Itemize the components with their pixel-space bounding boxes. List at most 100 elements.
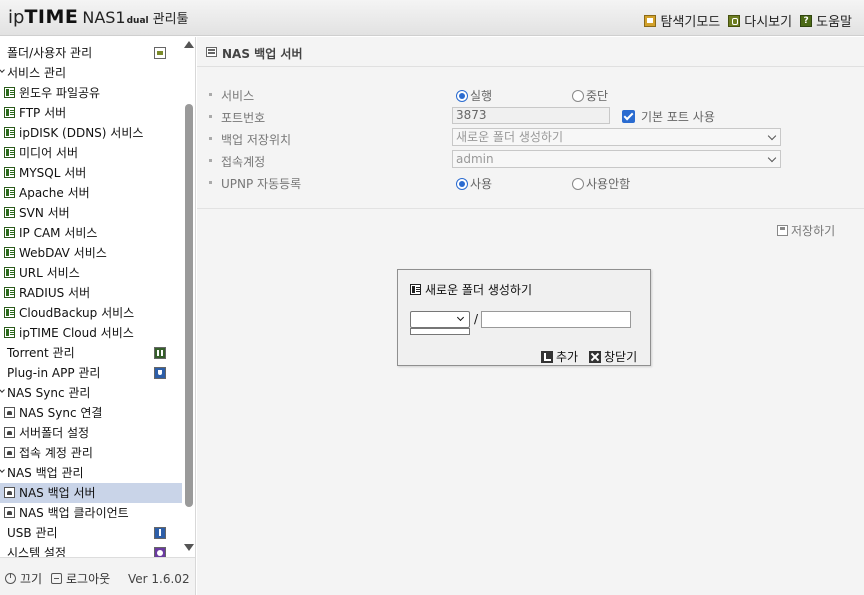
service-off-radio[interactable]: 중단: [572, 87, 608, 104]
backup-location-select[interactable]: 새로운 폴더 생성하기: [452, 128, 781, 146]
scroll-up-arrow-icon[interactable]: [184, 41, 194, 48]
sidebar-item[interactable]: Plug-in APP 관리: [0, 363, 182, 383]
logout-label: 로그아웃: [66, 572, 111, 586]
account-label: 접속계정: [208, 155, 266, 169]
service-on-label: 실행: [470, 89, 493, 103]
list-icon: [4, 187, 15, 198]
sidebar-item[interactable]: NAS 백업 클라이언트: [0, 503, 182, 523]
logo-nas: NAS1: [82, 8, 126, 27]
sidebar-item-label: IP CAM 서비스: [19, 226, 98, 240]
list-icon: [4, 87, 15, 98]
sidebar-item-label: NAS 백업 관리: [7, 466, 84, 480]
list-icon: [4, 167, 15, 178]
add-label: 추가: [556, 350, 579, 364]
power-off-button[interactable]: 끄기: [5, 570, 42, 587]
sidebar-item[interactable]: USB 관리: [0, 523, 182, 543]
sidebar-item-label: Plug-in APP 관리: [7, 366, 101, 380]
sidebar-item-label: URL 서비스: [19, 266, 80, 280]
sidebar-item[interactable]: CloudBackup 서비스: [0, 303, 182, 323]
sidebar-item[interactable]: FTP 서버: [0, 103, 182, 123]
top-header: ip TIME NAS1 dual 관리툴 탐색기모드 다시보기 ? 도움말: [0, 0, 864, 36]
sidebar-item[interactable]: 폴더/사용자 관리: [0, 43, 182, 63]
logout-icon: [51, 573, 62, 584]
sidebar-item-label: 접속 계정 관리: [19, 446, 93, 460]
reload-icon: [728, 14, 741, 27]
save-button[interactable]: 저장하기: [777, 222, 835, 239]
sidebar-item-label: MYSQL 서버: [19, 166, 87, 180]
volume-select[interactable]: [410, 311, 470, 328]
reload-link[interactable]: 다시보기: [728, 11, 792, 30]
sidebar-item[interactable]: Apache 서버: [0, 183, 182, 203]
chevron-down-icon: [456, 313, 465, 322]
list-icon: [4, 307, 15, 318]
sidebar-item[interactable]: 접속 계정 관리: [0, 443, 182, 463]
add-button[interactable]: 추가: [541, 348, 578, 365]
scroll-down-arrow-icon[interactable]: [184, 544, 194, 551]
sidebar-item-label: FTP 서버: [19, 106, 67, 120]
close-icon: [589, 350, 601, 363]
sidebar-item[interactable]: RADIUS 서버: [0, 283, 182, 303]
help-icon: ?: [800, 14, 813, 27]
account-row: 접속계정 admin: [197, 149, 864, 171]
sidebar-item[interactable]: NAS Sync 관리: [0, 383, 182, 403]
sidebar-item-label: USB 관리: [7, 526, 58, 540]
chevron-down-icon: [767, 153, 777, 163]
help-link[interactable]: ? 도움말: [800, 11, 852, 30]
sidebar-item[interactable]: 윈도우 파일공유: [0, 83, 182, 103]
new-folder-dialog: 새로운 폴더 생성하기 / 추가 창닫기: [397, 269, 651, 366]
sidebar-item[interactable]: URL 서비스: [0, 263, 182, 283]
port-row: 포트번호 3873 기본 포트 사용: [197, 105, 864, 127]
sidebar-item[interactable]: ipTIME Cloud 서비스: [0, 323, 182, 343]
sidebar-item[interactable]: IP CAM 서비스: [0, 223, 182, 243]
folder-name-input[interactable]: [481, 311, 631, 328]
logout-button[interactable]: 로그아웃: [51, 570, 110, 587]
logo-title: 관리툴: [152, 12, 189, 27]
sidebar-item[interactable]: WebDAV 서비스: [0, 243, 182, 263]
sidebar-item[interactable]: SVN 서버: [0, 203, 182, 223]
upnp-off-label: 사용안함: [586, 177, 631, 191]
close-window-button[interactable]: 창닫기: [589, 348, 637, 365]
power-off-label: 끄기: [20, 572, 43, 586]
sidebar-item[interactable]: 서버폴더 설정: [0, 423, 182, 443]
list-icon: [4, 147, 15, 158]
sidebar-item[interactable]: 미디어 서버: [0, 143, 182, 163]
sidebar-item[interactable]: Torrent 관리: [0, 343, 182, 363]
system-icon: [154, 547, 166, 557]
reload-label: 다시보기: [744, 15, 793, 30]
sidebar-item-label: NAS Sync 연결: [19, 406, 103, 420]
service-row: 서비스 실행 중단: [197, 83, 864, 105]
sidebar-item-label: SVN 서버: [19, 206, 70, 220]
upnp-on-radio[interactable]: 사용: [456, 175, 492, 192]
account-select[interactable]: admin: [452, 150, 781, 168]
sidebar-item[interactable]: NAS 백업 관리: [0, 463, 182, 483]
sidebar-item-label: NAS 백업 클라이언트: [19, 506, 129, 520]
document-icon: [4, 487, 15, 498]
sidebar: 폴더/사용자 관리서비스 관리 윈도우 파일공유 FTP 서버 ipDISK (DDN…: [0, 37, 196, 595]
sidebar-scrollbar[interactable]: [183, 37, 195, 557]
sidebar-item[interactable]: 시스템 설정: [0, 543, 182, 557]
default-port-checkbox[interactable]: 기본 포트 사용: [622, 108, 715, 125]
explorer-mode-label: 탐색기모드: [660, 15, 721, 30]
list-icon: [4, 207, 15, 218]
list-icon: [4, 127, 15, 138]
sidebar-item-label: NAS 백업 서버: [19, 486, 96, 500]
checkbox-checked-icon: [622, 110, 635, 123]
sidebar-item[interactable]: ipDISK (DDNS) 서비스: [0, 123, 182, 143]
list-icon: [4, 247, 15, 258]
explorer-mode-link[interactable]: 탐색기모드: [644, 11, 720, 30]
service-on-radio[interactable]: 실행: [456, 87, 492, 104]
sidebar-item-label: 폴더/사용자 관리: [7, 46, 93, 60]
sidebar-item[interactable]: MYSQL 서버: [0, 163, 182, 183]
sidebar-item-label: 서버폴더 설정: [19, 426, 90, 440]
port-input[interactable]: 3873: [452, 107, 610, 124]
list-icon: [4, 107, 15, 118]
volume-dropdown-list[interactable]: [410, 328, 470, 335]
sidebar-item[interactable]: NAS 백업 서버: [0, 483, 182, 503]
upnp-off-radio[interactable]: 사용안함: [572, 175, 630, 192]
sidebar-item-label: Apache 서버: [19, 186, 90, 200]
list-icon: [4, 287, 15, 298]
scroll-thumb[interactable]: [185, 104, 193, 507]
sidebar-item[interactable]: 서비스 관리: [0, 63, 182, 83]
sidebar-item[interactable]: NAS Sync 연결: [0, 403, 182, 423]
list-icon: [4, 327, 15, 338]
